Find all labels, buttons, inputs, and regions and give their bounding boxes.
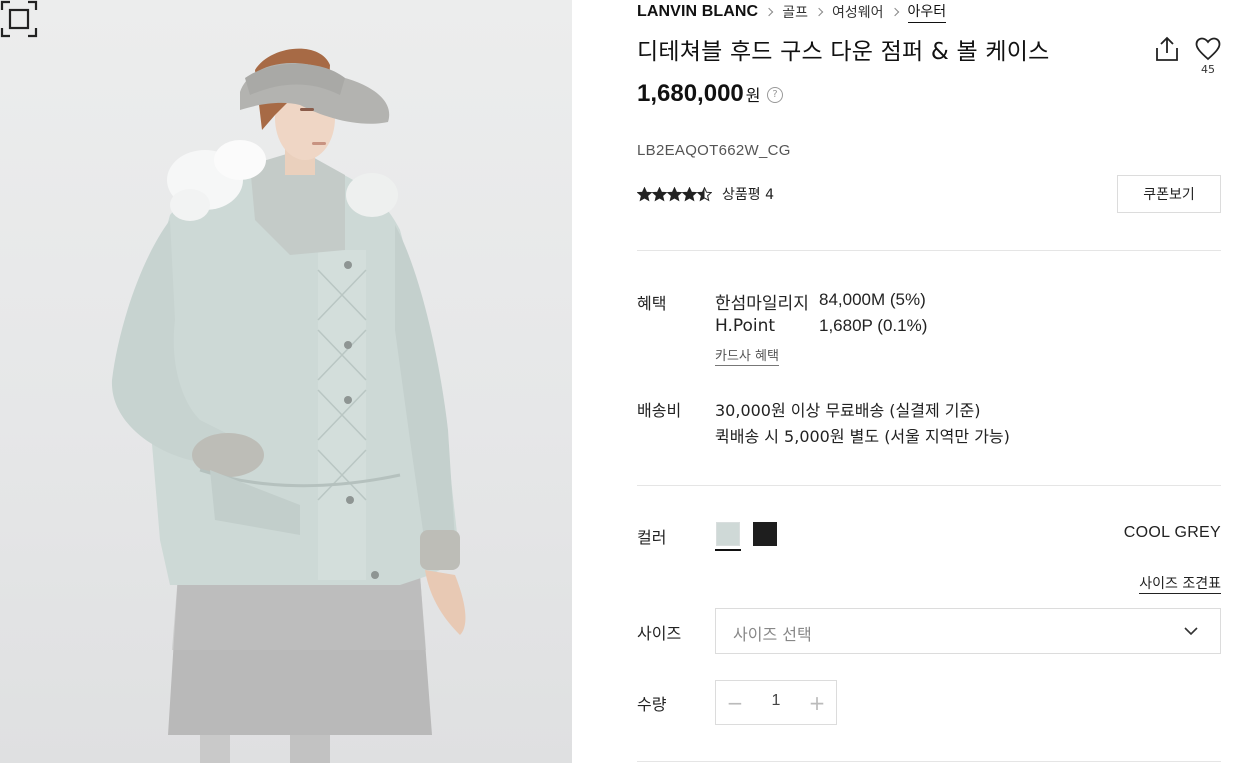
breadcrumb-item-golf[interactable]: 골프 [782,2,808,22]
benefit-name-hpoint: H.Point [715,316,776,336]
star-icon [652,186,667,201]
breadcrumb-item-outer[interactable]: 아우터 [907,1,947,23]
size-label: 사이즈 [637,624,682,643]
price-value: 1,680,000 [637,80,744,107]
product-sku: LB2EAQOT662W_CG [637,142,791,159]
color-swatch-black[interactable] [753,522,777,546]
breadcrumb-item-womenswear[interactable]: 여성웨어 [832,2,884,22]
product-photo[interactable] [0,0,572,763]
question-icon[interactable]: ? [767,87,783,103]
chevron-right-icon [764,7,774,17]
color-swatch-cool-grey[interactable] [716,522,740,546]
rating-link[interactable]: 상품평 4 [637,184,774,204]
price: 1,680,000 원 [637,80,761,108]
minus-icon: − [726,690,744,715]
size-select[interactable]: 사이즈 선택 [715,608,1221,654]
benefit-name-mileage: 한섬마일리지 [715,294,809,314]
chevron-right-icon [814,7,824,17]
price-unit: 원 [745,86,761,105]
color-label: 컬러 [637,528,667,547]
breadcrumb-brand-link[interactable]: LANVIN BLANC [637,3,758,21]
divider [637,485,1221,486]
quantity-decrease-button[interactable]: − [716,681,754,724]
rating-stars [637,186,712,202]
star-icon [682,186,697,201]
coupon-button[interactable]: 쿠폰보기 [1117,175,1221,213]
heart-icon[interactable] [1195,37,1221,61]
quantity-value[interactable]: 1 [754,692,798,710]
card-benefit-link[interactable]: 카드사 혜택 [715,348,779,366]
shipping-line-quick: 퀵배송 시 5,000원 별도 (서울 지역만 가능) [715,427,1010,446]
share-icon[interactable] [1154,36,1180,62]
plus-icon: + [808,690,826,715]
chevron-right-icon [890,7,899,17]
product-title: 디테쳐블 후드 구스 다운 점퍼 & 볼 케이스 [637,39,1050,65]
chevron-down-icon [1184,627,1198,636]
review-count: 상품평 4 [722,187,774,203]
divider [637,761,1221,762]
star-icon [637,186,652,201]
quantity-stepper: − 1 + [715,680,837,725]
breadcrumb: LANVIN BLANC 골프 여성웨어 아우터 [637,1,947,23]
shipping-line-free: 30,000원 이상 무료배송 (실결제 기준) [715,401,981,420]
product-info-panel: LANVIN BLANC 골프 여성웨어 아우터 디테쳐블 후드 구스 다운 점… [637,0,1221,763]
shipping-label: 배송비 [637,401,682,420]
fullscreen-icon[interactable] [0,0,38,38]
size-select-placeholder: 사이즈 선택 [733,625,812,644]
star-icon [697,186,712,201]
selected-swatch-indicator [715,549,741,551]
divider [637,250,1221,251]
star-icon [667,186,682,201]
model-illustration [111,48,466,763]
wish-count: 45 [1201,63,1215,76]
quantity-increase-button[interactable]: + [798,681,836,724]
quantity-label: 수량 [637,695,667,714]
benefit-value-mileage: 84,000M (5%) [819,290,926,309]
size-guide-link[interactable]: 사이즈 조견표 [1139,576,1221,594]
benefit-value-hpoint: 1,680P (0.1%) [819,316,928,335]
selected-color-name: COOL GREY [1123,524,1221,541]
benefits-label: 혜택 [637,294,667,313]
